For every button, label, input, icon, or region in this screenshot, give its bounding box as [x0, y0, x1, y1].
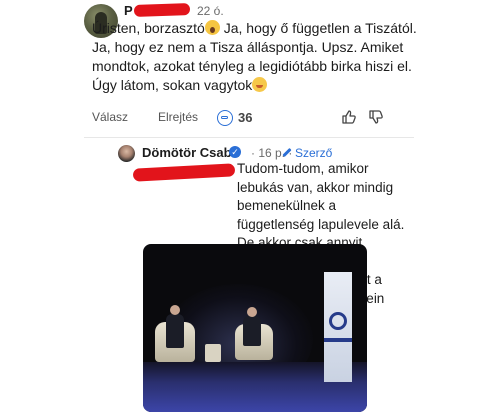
- reaction-count: 36: [238, 110, 253, 125]
- reply-author[interactable]: Dömötör Csaba: [142, 145, 239, 160]
- comment-text: Úristen, borzasztó Ja, hogy ő független …: [92, 20, 417, 93]
- avatar[interactable]: [118, 145, 135, 162]
- roll-up-banner: [324, 272, 352, 382]
- comment: P 22 ó. Úristen, borzasztó Ja, hogy ő fü…: [0, 0, 500, 140]
- speaker: [166, 314, 184, 348]
- thumbs-up-icon[interactable]: [342, 110, 356, 124]
- attached-photo[interactable]: [143, 244, 367, 412]
- comment-actions: Válasz Elrejtés 36: [92, 110, 383, 126]
- comment-timestamp: 22 ó.: [197, 4, 224, 18]
- comment-author[interactable]: P: [124, 3, 133, 18]
- pencil-icon: [282, 147, 292, 158]
- hide-button[interactable]: Elrejtés: [158, 110, 198, 124]
- divider: [84, 137, 414, 138]
- author-badge: Szerző: [282, 146, 332, 160]
- link-icon[interactable]: [217, 110, 233, 126]
- thumbs-down-icon[interactable]: [369, 110, 383, 124]
- reply-button[interactable]: Válasz: [92, 110, 128, 124]
- banner-logo-icon: [329, 312, 347, 330]
- side-table: [205, 344, 221, 362]
- redaction-bar: [133, 3, 191, 17]
- screaming-face-emoji-icon: [204, 20, 220, 35]
- speaker: [243, 316, 261, 346]
- verified-badge-icon: ✓: [229, 146, 241, 158]
- blushing-face-emoji-icon: [252, 77, 268, 92]
